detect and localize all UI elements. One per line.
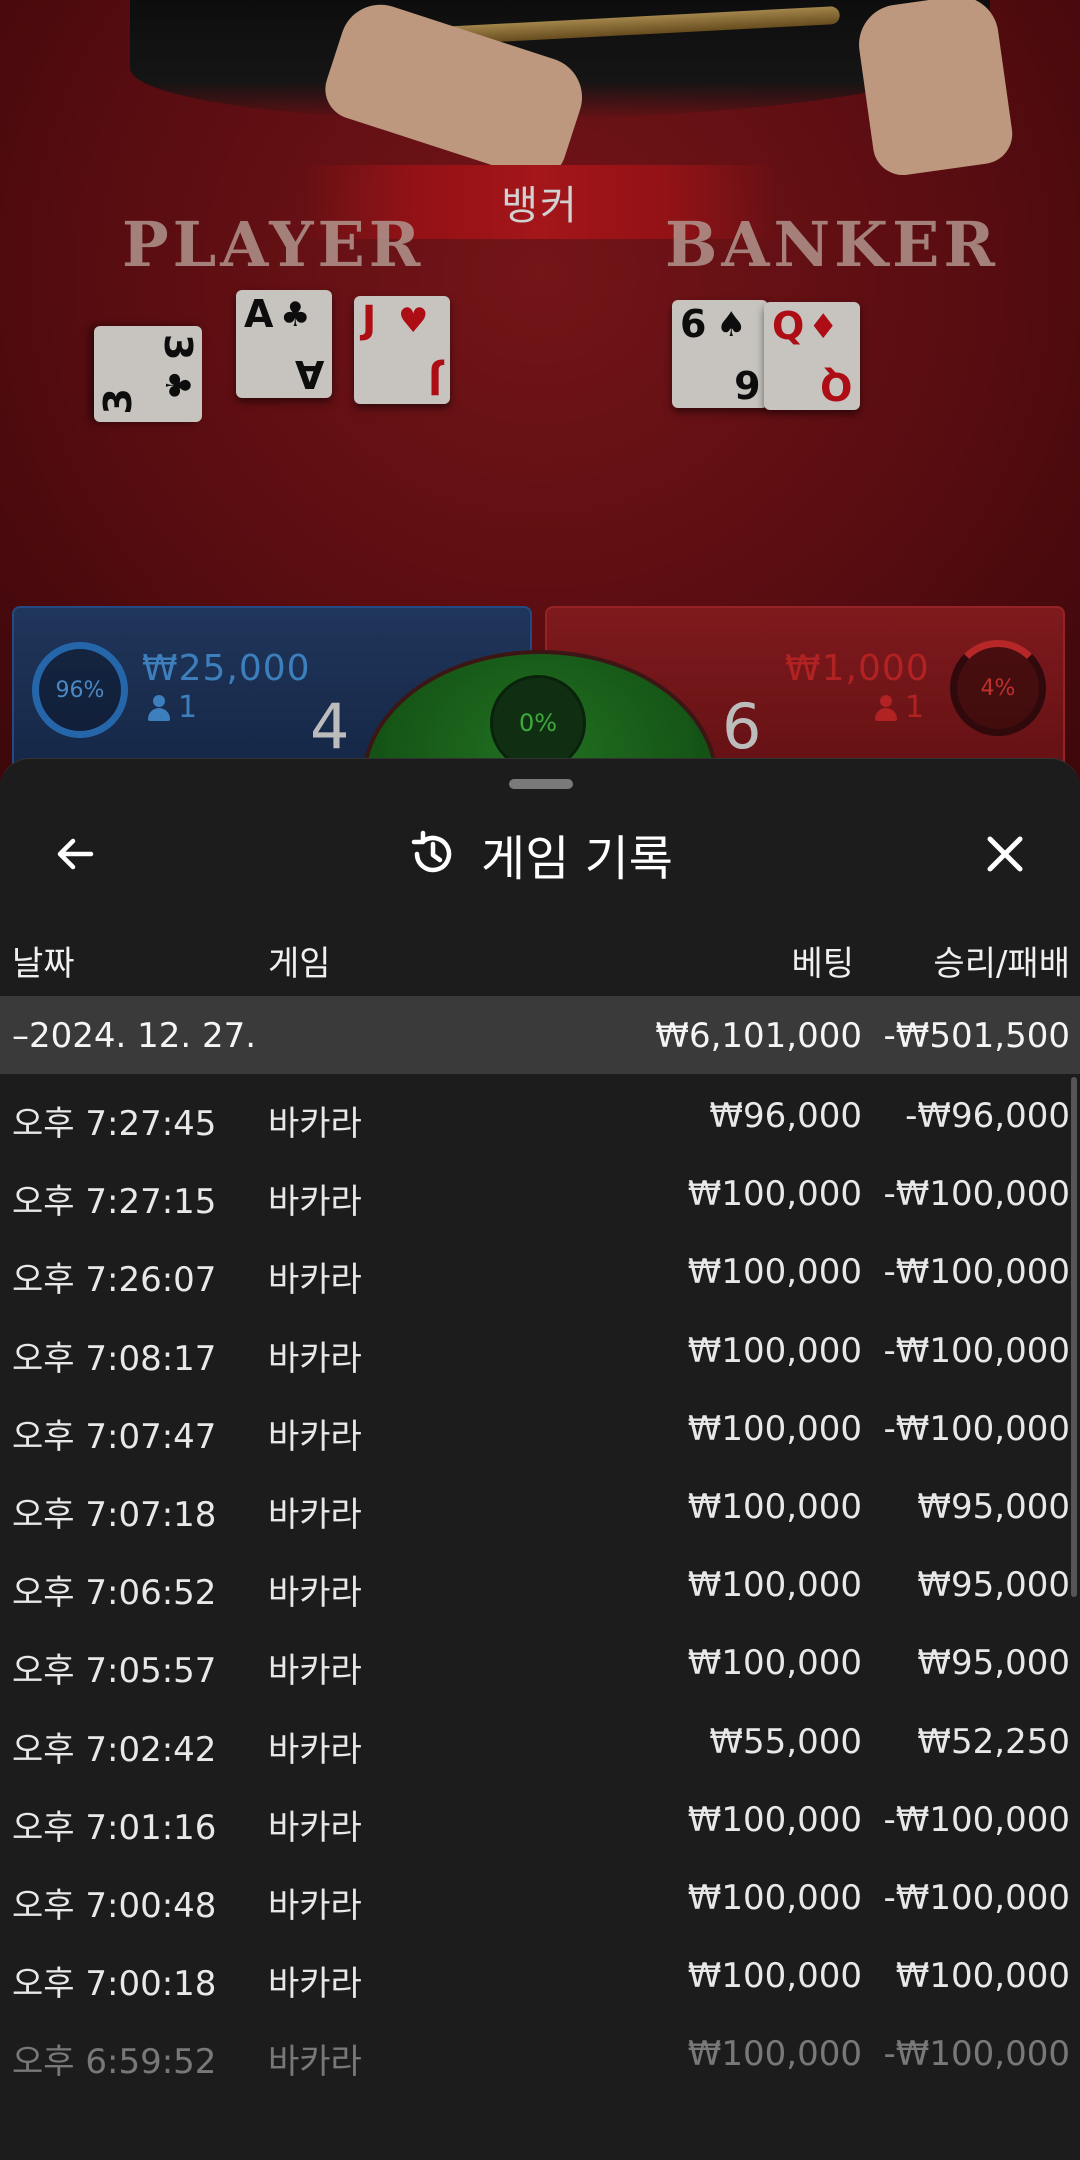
game-history-sheet: 게임 기록 날짜 게임 베팅 승리/패배 –2024. 12. 27. ₩6,1…	[0, 758, 1080, 2160]
row-bet: ₩100,000	[687, 1877, 862, 1918]
row-time: 오후 7:01:16	[12, 1807, 217, 1848]
column-win-loss: 승리/패배	[933, 944, 1070, 984]
history-row[interactable]: 오후 7:01:16 바카라 ₩100,000 -₩100,000	[0, 1778, 1080, 1856]
row-bet: ₩100,000	[687, 1408, 862, 1449]
sheet-title: 게임 기록	[481, 831, 673, 887]
history-row[interactable]: 오후 7:07:47 바카라 ₩100,000 -₩100,000	[0, 1387, 1080, 1465]
live-table-scene: 뱅커 PLAYER BANKER 3 ♣ 3 A ♣ A J ♥ J 6 ♠ 6…	[0, 0, 1080, 780]
history-row[interactable]: 오후 7:00:48 바카라 ₩100,000 -₩100,000	[0, 1856, 1080, 1934]
table-header: 날짜 게임 베팅 승리/패배	[0, 904, 1080, 1004]
row-bet: ₩100,000	[687, 1486, 862, 1527]
row-game: 바카라	[268, 1104, 362, 1144]
row-time: 오후 7:00:48	[12, 1885, 217, 1926]
row-win-loss: -₩100,000	[883, 1252, 1071, 1293]
history-row[interactable]: 오후 7:08:17 바카라 ₩100,000 -₩100,000	[0, 1309, 1080, 1387]
history-row[interactable]: 오후 7:27:15 바카라 ₩100,000 -₩100,000	[0, 1152, 1080, 1230]
close-icon	[987, 836, 1023, 872]
row-game: 바카라	[268, 1338, 362, 1379]
row-game: 바카라	[268, 1416, 362, 1457]
row-win-loss: -₩100,000	[883, 1877, 1071, 1918]
row-bet: ₩55,000	[709, 1721, 862, 1762]
row-time: 오후 7:27:45	[12, 1104, 217, 1144]
history-row[interactable]: 오후 7:26:07 바카라 ₩100,000 -₩100,000	[0, 1230, 1080, 1308]
row-win-loss: -₩100,000	[883, 1174, 1071, 1215]
row-win-loss: -₩96,000	[905, 1096, 1070, 1136]
history-row[interactable]: 오후 7:27:45 바카라 ₩96,000 -₩96,000	[0, 1074, 1080, 1152]
column-game: 게임	[268, 944, 331, 984]
row-game: 바카라	[268, 1964, 362, 2005]
sheet-drag-handle[interactable]	[509, 779, 573, 789]
row-bet: ₩100,000	[687, 1799, 862, 1840]
scrollbar[interactable]	[1071, 1077, 1077, 1597]
row-win-loss: -₩100,000	[883, 1330, 1071, 1371]
row-bet: ₩100,000	[687, 1330, 862, 1371]
row-time: 오후 7:08:17	[12, 1338, 217, 1379]
row-win-loss: ₩95,000	[917, 1486, 1070, 1527]
day-win-loss-total: -₩501,500	[883, 1016, 1071, 1056]
row-bet: ₩100,000	[687, 1252, 862, 1293]
row-bet: ₩100,000	[687, 1643, 862, 1684]
history-row[interactable]: 오후 6:59:52 바카라 ₩100,000 -₩100,000	[0, 2012, 1080, 2090]
row-game: 바카라	[268, 1573, 362, 1614]
history-row[interactable]: 오후 7:02:42 바카라 ₩55,000 ₩52,250	[0, 1700, 1080, 1778]
history-row[interactable]: 오후 7:00:18 바카라 ₩100,000 ₩100,000	[0, 1934, 1080, 2012]
row-time: 오후 7:06:52	[12, 1573, 217, 1614]
row-win-loss: -₩100,000	[883, 1408, 1071, 1449]
row-game: 바카라	[268, 1651, 362, 1692]
row-game: 바카라	[268, 2042, 362, 2083]
day-bet-total: ₩6,101,000	[655, 1016, 862, 1056]
row-time: 오후 7:07:47	[12, 1416, 217, 1457]
row-game: 바카라	[268, 1885, 362, 1926]
history-row[interactable]: 오후 7:05:57 바카라 ₩100,000 ₩95,000	[0, 1621, 1080, 1699]
column-bet: 베팅	[791, 944, 854, 984]
history-list: 오후 7:27:45 바카라 ₩96,000 -₩96,000 오후 7:27:…	[0, 1074, 1080, 2090]
row-bet: ₩100,000	[687, 1174, 862, 1215]
column-date: 날짜	[12, 944, 75, 984]
row-bet: ₩100,000	[687, 1565, 862, 1606]
row-game: 바카라	[268, 1494, 362, 1535]
history-row[interactable]: 오후 7:07:18 바카라 ₩100,000 ₩95,000	[0, 1465, 1080, 1543]
row-win-loss: -₩100,000	[883, 2034, 1071, 2075]
row-win-loss: ₩100,000	[895, 1956, 1070, 1997]
row-time: 오후 7:05:57	[12, 1651, 217, 1692]
row-time: 오후 7:26:07	[12, 1260, 217, 1301]
row-win-loss: ₩95,000	[917, 1643, 1070, 1684]
row-bet: ₩100,000	[687, 2034, 862, 2075]
row-time: 오후 6:59:52	[12, 2042, 217, 2083]
row-time: 오후 7:27:15	[12, 1182, 217, 1223]
row-bet: ₩96,000	[709, 1096, 862, 1136]
row-time: 오후 7:07:18	[12, 1494, 217, 1535]
history-icon	[411, 830, 452, 873]
scene-overlay[interactable]	[0, 0, 1080, 780]
row-game: 바카라	[268, 1260, 362, 1301]
row-win-loss: ₩52,250	[917, 1721, 1070, 1762]
row-game: 바카라	[268, 1182, 362, 1223]
close-button[interactable]	[970, 819, 1040, 889]
row-win-loss: ₩95,000	[917, 1565, 1070, 1606]
row-game: 바카라	[268, 1729, 362, 1770]
row-game: 바카라	[268, 1807, 362, 1848]
history-row[interactable]: 오후 7:06:52 바카라 ₩100,000 ₩95,000	[0, 1543, 1080, 1621]
day-date: –2024. 12. 27.	[12, 1016, 257, 1056]
sheet-header: 게임 기록	[0, 817, 1080, 891]
row-time: 오후 7:00:18	[12, 1964, 217, 2005]
row-time: 오후 7:02:42	[12, 1729, 217, 1770]
row-bet: ₩100,000	[687, 1956, 862, 1997]
row-win-loss: -₩100,000	[883, 1799, 1071, 1840]
day-summary-row[interactable]: –2024. 12. 27. ₩6,101,000 -₩501,500	[0, 996, 1080, 1074]
